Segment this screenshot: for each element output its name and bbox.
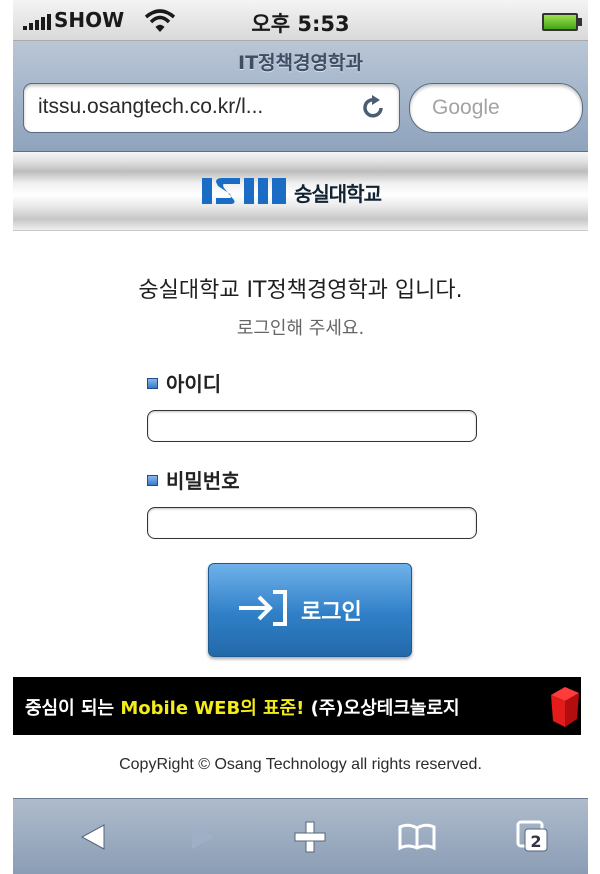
banner-highlight: Mobile WEB의 표준! (120, 698, 305, 719)
university-logo[interactable]: 숭실대학교 (202, 172, 382, 212)
clock: 오후 5:53 (251, 12, 350, 36)
add-bookmark-button[interactable] (270, 799, 350, 874)
id-label: 아이디 (147, 368, 221, 397)
password-label-text: 비밀번호 (166, 469, 240, 493)
login-arrow-icon (239, 590, 287, 626)
plus-icon (294, 821, 326, 852)
logo-text: 숭실대학교 (294, 181, 382, 206)
forward-button[interactable] (163, 799, 243, 874)
browser-toolbar: 2 (13, 798, 588, 874)
ad-banner[interactable]: 중심이 되는 Mobile WEB의 표준! (주)오상테크놀로지 (13, 677, 581, 735)
tabs-icon: 2 (516, 820, 548, 851)
password-input[interactable] (157, 510, 471, 538)
bullet-icon (147, 378, 158, 389)
bullet-icon (147, 475, 158, 486)
forward-arrow-icon (192, 824, 214, 849)
phone-screen: SHOW 오후 5:53 IT정책경영학과 itssu.osangtech.co… (13, 0, 588, 873)
login-prompt: 로그인해 주세요. (236, 318, 365, 339)
page-title: IT정책경영학과 (238, 52, 363, 74)
search-field[interactable] (409, 83, 583, 133)
battery-icon (542, 13, 582, 31)
welcome-heading: 숭실대학교 IT정책경영학과 입니다. (138, 278, 463, 303)
login-button-label: 로그인 (301, 600, 362, 625)
banner-text-part3: (주)오상테크놀로지 (304, 698, 460, 719)
search-input[interactable] (430, 93, 574, 123)
site-header: 숭실대학교 (13, 152, 588, 231)
back-button[interactable] (53, 799, 133, 874)
back-arrow-icon (80, 823, 105, 850)
address-bar[interactable]: itssu.osangtech.co.kr/l... (23, 83, 400, 133)
browser-header: IT정책경영학과 itssu.osangtech.co.kr/l... (13, 41, 588, 152)
password-label: 비밀번호 (147, 465, 240, 494)
login-button[interactable]: 로그인 (208, 563, 412, 657)
reload-icon[interactable] (361, 94, 387, 122)
id-input[interactable] (157, 413, 471, 441)
id-label-text: 아이디 (166, 372, 222, 396)
book-icon (398, 823, 436, 850)
tabs-count: 2 (530, 832, 541, 851)
logo-mark-icon (202, 178, 286, 204)
banner-text-part1: 중심이 되는 (25, 698, 121, 719)
red-cube-icon (551, 687, 579, 727)
banner-text: 중심이 되는 Mobile WEB의 표준! (주)오상테크놀로지 (25, 694, 460, 720)
id-field-box[interactable] (147, 410, 477, 442)
tabs-button[interactable]: 2 (493, 799, 573, 874)
copyright-text: CopyRight © Osang Technology all rights … (119, 756, 482, 773)
password-field-box[interactable] (147, 507, 477, 539)
url-text[interactable]: itssu.osangtech.co.kr/l... (38, 95, 348, 119)
status-bar: SHOW 오후 5:53 (13, 0, 588, 41)
bookmarks-button[interactable] (377, 799, 457, 874)
